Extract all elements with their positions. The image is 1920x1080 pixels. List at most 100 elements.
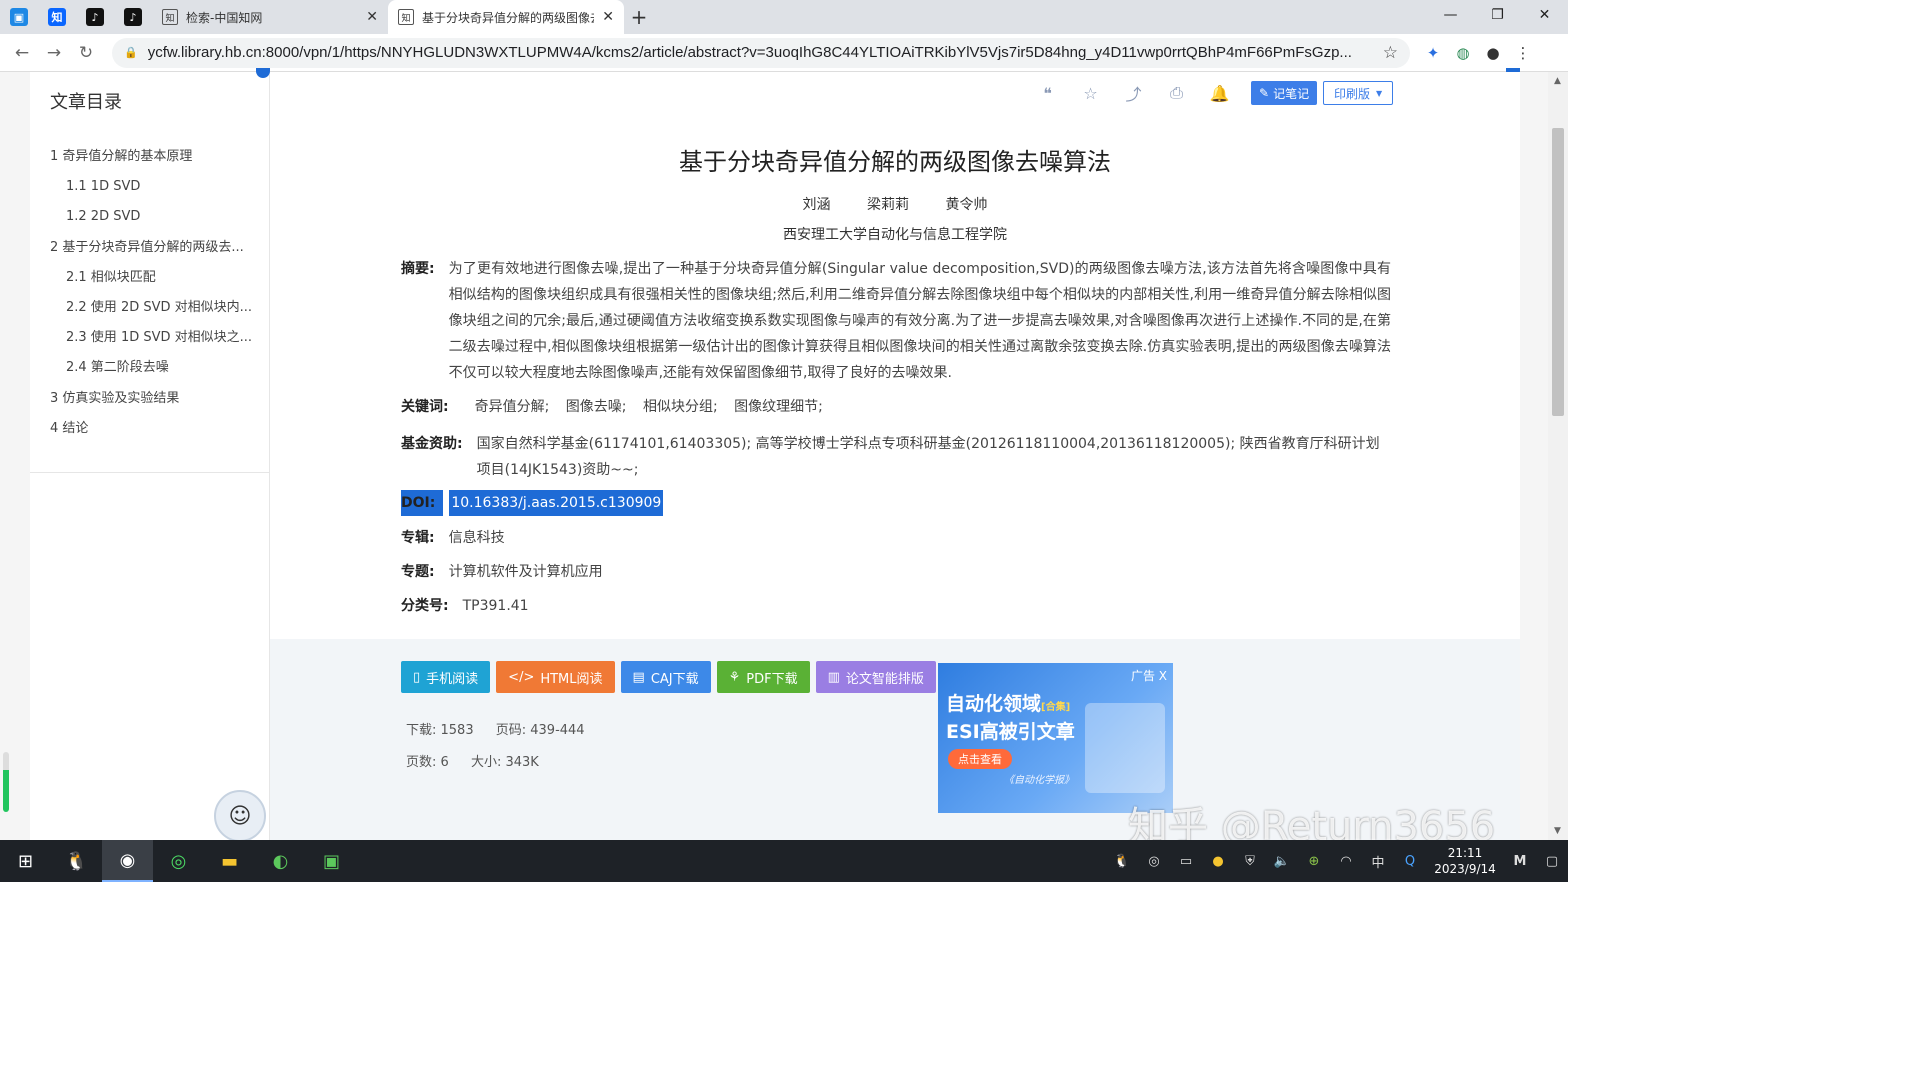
bookmark-star-icon[interactable]: ☆	[1383, 43, 1398, 63]
stats-row-1: 下载: 1583 页码: 439-444	[406, 719, 603, 738]
pinned-tab-bilibili[interactable]: ▣	[0, 0, 38, 34]
toc-item[interactable]: 3 仿真实验及实验结果	[50, 384, 260, 414]
pdf-download-button[interactable]: ⚘ PDF下载	[716, 661, 810, 693]
pinned-tab-zhihu[interactable]: 知	[38, 0, 76, 34]
notification-icon[interactable]: ▢	[1536, 840, 1568, 882]
smart-layout-button[interactable]: ▥ 论文智能排版	[815, 661, 936, 693]
toc-item[interactable]: 2.3 使用 1D SVD 对相似块之...	[50, 323, 260, 353]
qq-tray-icon[interactable]: 🐧	[1106, 840, 1138, 882]
pinned-tab-douyin-2[interactable]: ♪	[114, 0, 152, 34]
lock-icon[interactable]: 🔒	[124, 46, 138, 59]
new-tab-button[interactable]: +	[624, 0, 654, 34]
close-tab-icon[interactable]: ✕	[366, 9, 378, 25]
toc-item[interactable]: 2 基于分块奇异值分解的两级去...	[50, 233, 260, 263]
wifi-icon[interactable]: ◠	[1330, 840, 1362, 882]
toc-item[interactable]: 2.1 相似块匹配	[50, 263, 260, 293]
caj-download-button[interactable]: ▤ CAJ下载	[620, 661, 711, 693]
keyword-link[interactable]: 图像纹理细节;	[734, 399, 823, 415]
toc-item[interactable]: 1.1 1D SVD	[50, 172, 260, 202]
toc-item[interactable]: 4 结论	[50, 414, 260, 444]
douyin-icon: ♪	[86, 8, 104, 26]
menu-kebab-icon[interactable]: ⋮	[1508, 38, 1538, 68]
share-icon[interactable]: ⤴	[1112, 80, 1155, 106]
article-main: ❝ ☆ ⤴ ⎙ 🔔 ✎ 记笔记 印刷版 ▼ 基于分块奇异值分解的两级图像去噪算法…	[270, 72, 1520, 840]
url-text[interactable]: ycfw.library.hb.cn:8000/vpn/1/https/NNYH…	[148, 44, 1373, 61]
ad-close[interactable]: 广告 X	[1131, 667, 1167, 684]
wechat-tray-icon[interactable]: ◎	[1138, 840, 1170, 882]
volume-icon[interactable]: 🔈	[1266, 840, 1298, 882]
doi-label: DOI:	[401, 490, 444, 516]
keyword-link[interactable]: 图像去噪;	[566, 399, 627, 415]
scroll-up-icon[interactable]: ▲	[1554, 76, 1561, 86]
tab-cnki-search[interactable]: 知 检索-中国知网 ✕	[152, 0, 388, 34]
html-read-button[interactable]: </> HTML阅读	[496, 661, 615, 693]
minimize-icon[interactable]: —	[1427, 0, 1474, 30]
scroll-down-icon[interactable]: ▼	[1554, 826, 1561, 836]
reload-icon[interactable]: ↻	[70, 37, 102, 69]
wechat-icon[interactable]: ◎	[153, 840, 204, 882]
back-icon[interactable]: ←	[6, 37, 38, 69]
author-link[interactable]: 梁莉莉	[867, 197, 909, 213]
avatar[interactable]: ☺	[214, 790, 266, 842]
author-link[interactable]: 黄令帅	[945, 197, 987, 213]
browser-360-icon[interactable]: ◐	[255, 840, 306, 882]
toc-title: 文章目录	[50, 92, 122, 113]
address-bar[interactable]: 🔒 ycfw.library.hb.cn:8000/vpn/1/https/NN…	[112, 37, 1410, 68]
ad-headline: 自动化领域[合集]	[946, 689, 1070, 716]
security-shield-icon[interactable]: ⛨	[1234, 840, 1266, 882]
quote-icon[interactable]: ❝	[1026, 80, 1069, 106]
keyword-link[interactable]: 相似块分组;	[643, 399, 718, 415]
favorite-star-icon[interactable]: ☆	[1069, 80, 1112, 106]
book-icon: ▤	[632, 669, 645, 685]
mobile-read-button[interactable]: ▯ 手机阅读	[401, 661, 491, 693]
brand-logo-icon[interactable]: M	[1504, 840, 1536, 882]
search-tray-icon[interactable]: Q	[1394, 840, 1426, 882]
author-link[interactable]: 刘涵	[803, 197, 831, 213]
ad-cta-button[interactable]: 点击查看	[948, 749, 1012, 769]
tab-title: 基于分块奇异值分解的两级图像去	[422, 10, 595, 25]
qq-icon[interactable]: 🐧	[51, 840, 102, 882]
close-window-icon[interactable]: ✕	[1521, 0, 1568, 30]
terminal-icon[interactable]: ▣	[306, 840, 357, 882]
affiliation-link[interactable]: 西安理工大学自动化与信息工程学院	[270, 224, 1520, 244]
profile-icon[interactable]: ●	[1478, 38, 1508, 68]
take-note-button[interactable]: ✎ 记笔记	[1251, 81, 1318, 105]
forward-icon[interactable]: →	[38, 37, 70, 69]
page-viewport: 文章目录 1 奇异值分解的基本原理 1.1 1D SVD 1.2 2D SVD …	[0, 68, 1568, 850]
ime-indicator[interactable]: 中	[1362, 840, 1394, 882]
class-label: 分类号:	[401, 598, 449, 614]
ad-banner[interactable]: 广告 X 自动化领域[合集] ESI高被引文章 点击查看 《自动化学报》	[938, 663, 1173, 813]
chrome-icon[interactable]: ◉	[102, 840, 153, 882]
doi-value[interactable]: 10.16383/j.aas.2015.c130909	[449, 490, 664, 516]
close-tab-icon[interactable]: ✕	[602, 9, 614, 25]
file-explorer-icon[interactable]: ▬	[204, 840, 255, 882]
plus-tray-icon[interactable]: ⊕	[1298, 840, 1330, 882]
battery-icon[interactable]: ▭	[1170, 840, 1202, 882]
toc-item[interactable]: 2.2 使用 2D SVD 对相似块内...	[50, 293, 260, 323]
ad-headline-text: 自动化领域	[946, 693, 1042, 715]
extension-globe-icon[interactable]: ◍	[1448, 38, 1478, 68]
cnki-favicon-icon: 知	[398, 9, 414, 25]
app-tray-icon[interactable]: ●	[1202, 840, 1234, 882]
bell-icon[interactable]: 🔔	[1198, 80, 1241, 106]
toc-item[interactable]: 1.2 2D SVD	[50, 202, 260, 232]
pencil-icon: ✎	[1259, 86, 1270, 100]
start-windows-icon[interactable]: ⊞	[0, 840, 51, 882]
fund-row: 基金资助: 国家自然科学基金(61174101,61403305); 高等学校博…	[401, 431, 1391, 483]
pinned-tab-douyin[interactable]: ♪	[76, 0, 114, 34]
take-note-label: 记笔记	[1273, 86, 1310, 101]
page-scrollbar[interactable]: ▲ ▼	[1548, 72, 1568, 840]
tab-article[interactable]: 知 基于分块奇异值分解的两级图像去 ✕	[388, 0, 624, 34]
clock-time: 21:11	[1447, 846, 1483, 860]
fund-text[interactable]: 国家自然科学基金(61174101,61403305); 高等学校博士学科点专项…	[463, 431, 1391, 483]
keyword-link[interactable]: 奇异值分解;	[475, 399, 550, 415]
extension-bird-icon[interactable]: ✦	[1418, 38, 1448, 68]
toc-item[interactable]: 2.4 第二阶段去噪	[50, 353, 260, 383]
print-version-dropdown[interactable]: 印刷版 ▼	[1323, 81, 1394, 105]
print-icon[interactable]: ⎙	[1155, 80, 1198, 106]
clock[interactable]: 21:11 2023/9/14	[1426, 845, 1504, 877]
restore-icon[interactable]: ❐	[1474, 0, 1521, 30]
toc-item[interactable]: 1 奇异值分解的基本原理	[50, 142, 260, 172]
page-range: 页码: 439-444	[495, 723, 585, 738]
scroll-thumb[interactable]	[1552, 128, 1564, 416]
